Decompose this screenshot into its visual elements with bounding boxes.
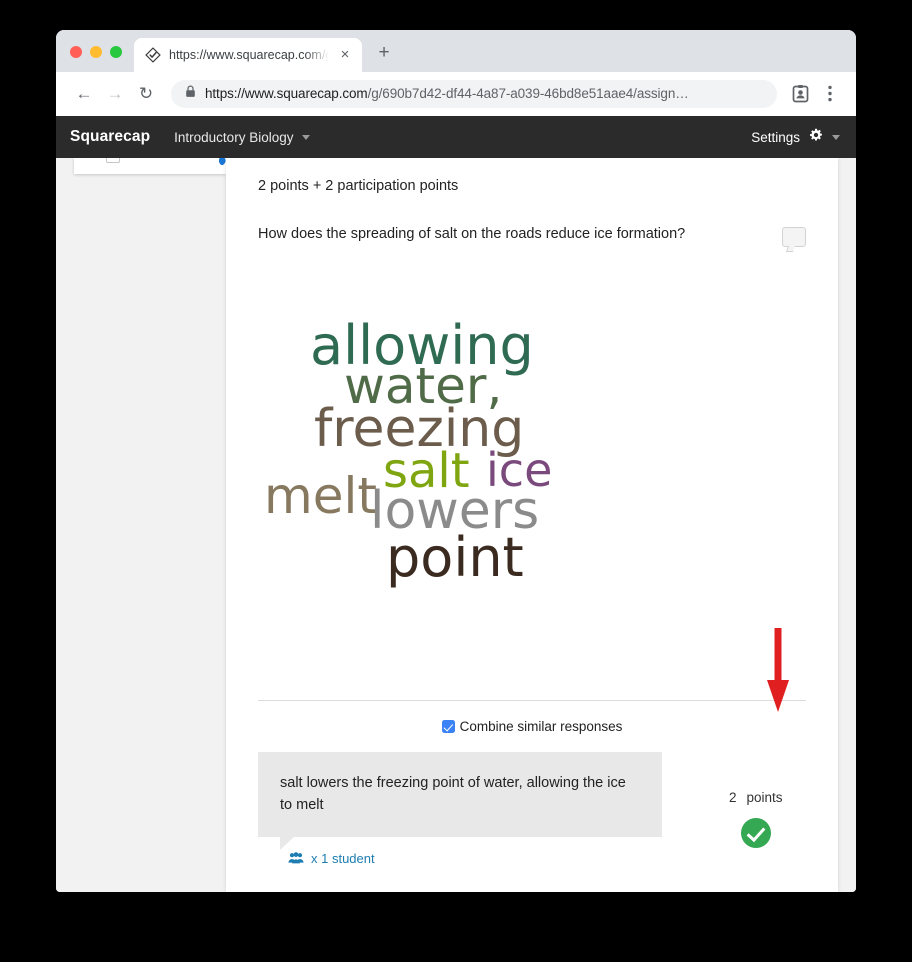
question-text: How does the spreading of salt on the ro… <box>258 226 686 242</box>
chevron-down-icon <box>302 134 311 140</box>
section-divider <box>258 700 806 701</box>
points-label: points <box>746 790 783 805</box>
question-content-card: 2 points + 2 participation points How do… <box>226 158 838 892</box>
student-count-link[interactable]: x 1 student <box>288 851 662 866</box>
new-tab-button[interactable]: + <box>370 40 398 68</box>
green-check-badge[interactable] <box>740 818 771 848</box>
response-points-column: 2 points <box>706 752 806 848</box>
browser-tab-strip: https://www.squarecap.com/g/ × + <box>56 30 856 72</box>
app-brand-logo[interactable]: Squarecap <box>70 128 150 146</box>
browser-tab-title: https://www.squarecap.com/g/ <box>169 48 329 62</box>
app-header: Squarecap Introductory Biology Settings <box>56 116 856 158</box>
page-viewport: Squarecap Introductory Biology Settings <box>56 116 856 892</box>
browser-window: https://www.squarecap.com/g/ × + ← → ↻ h… <box>56 30 856 892</box>
response-row: salt lowers the freezing point of water,… <box>258 752 806 866</box>
student-count-label: x 1 student <box>311 850 375 866</box>
response-bubble[interactable]: salt lowers the freezing point of water,… <box>258 752 662 850</box>
word-cloud-term: melt <box>264 467 377 525</box>
question-points-line: 2 points + 2 participation points <box>258 178 459 194</box>
question-row: How does the spreading of salt on the ro… <box>258 224 806 252</box>
settings-chevron-down-icon <box>832 134 840 140</box>
sidebar-card-partial[interactable]: 👥 <box>74 158 231 174</box>
combine-responses-row: Combine similar responses <box>258 719 806 734</box>
course-selector-dropdown[interactable]: Introductory Biology <box>174 129 311 145</box>
window-maximize-button[interactable] <box>110 46 122 58</box>
back-button[interactable]: ← <box>70 80 98 108</box>
toolbar-right-actions <box>786 80 844 108</box>
settings-label: Settings <box>751 129 800 145</box>
points-display: 2 points <box>729 790 783 805</box>
word-cloud: allowing water, freezing salt ice melt lowers p… <box>258 319 806 609</box>
tab-close-icon[interactable]: × <box>337 47 353 63</box>
window-minimize-button[interactable] <box>90 46 102 58</box>
response-column: salt lowers the freezing point of water,… <box>258 752 662 866</box>
reload-button[interactable]: ↻ <box>132 80 160 108</box>
forward-button[interactable]: → <box>101 80 129 108</box>
responses-section: Combine similar responses salt lowers th… <box>258 700 806 892</box>
profile-card-icon[interactable] <box>786 80 814 108</box>
address-bar[interactable]: https://www.squarecap.com/g/690b7d42-df4… <box>171 79 777 108</box>
comment-bubble-icon[interactable] <box>782 227 806 252</box>
course-name-label: Introductory Biology <box>174 129 294 145</box>
points-value: 2 <box>729 790 737 805</box>
address-bar-url: https://www.squarecap.com/g/690b7d42-df4… <box>205 86 689 101</box>
people-group-icon <box>288 852 304 864</box>
gear-icon <box>809 128 823 147</box>
window-close-button[interactable] <box>70 46 82 58</box>
word-cloud-term: point <box>386 526 524 589</box>
browser-tab[interactable]: https://www.squarecap.com/g/ × <box>134 38 362 72</box>
lock-icon <box>185 84 196 103</box>
combine-similar-responses-checkbox[interactable] <box>441 720 455 733</box>
three-dot-menu-icon[interactable] <box>816 80 844 108</box>
card-thumbnail-icon <box>106 158 120 163</box>
settings-menu[interactable]: Settings <box>751 128 840 147</box>
browser-toolbar: ← → ↻ https://www.squarecap.com/g/690b7d… <box>56 72 856 116</box>
combine-similar-responses-label[interactable]: Combine similar responses <box>460 719 623 734</box>
squarecap-diamond-icon <box>145 47 161 63</box>
window-traffic-lights <box>56 46 134 72</box>
